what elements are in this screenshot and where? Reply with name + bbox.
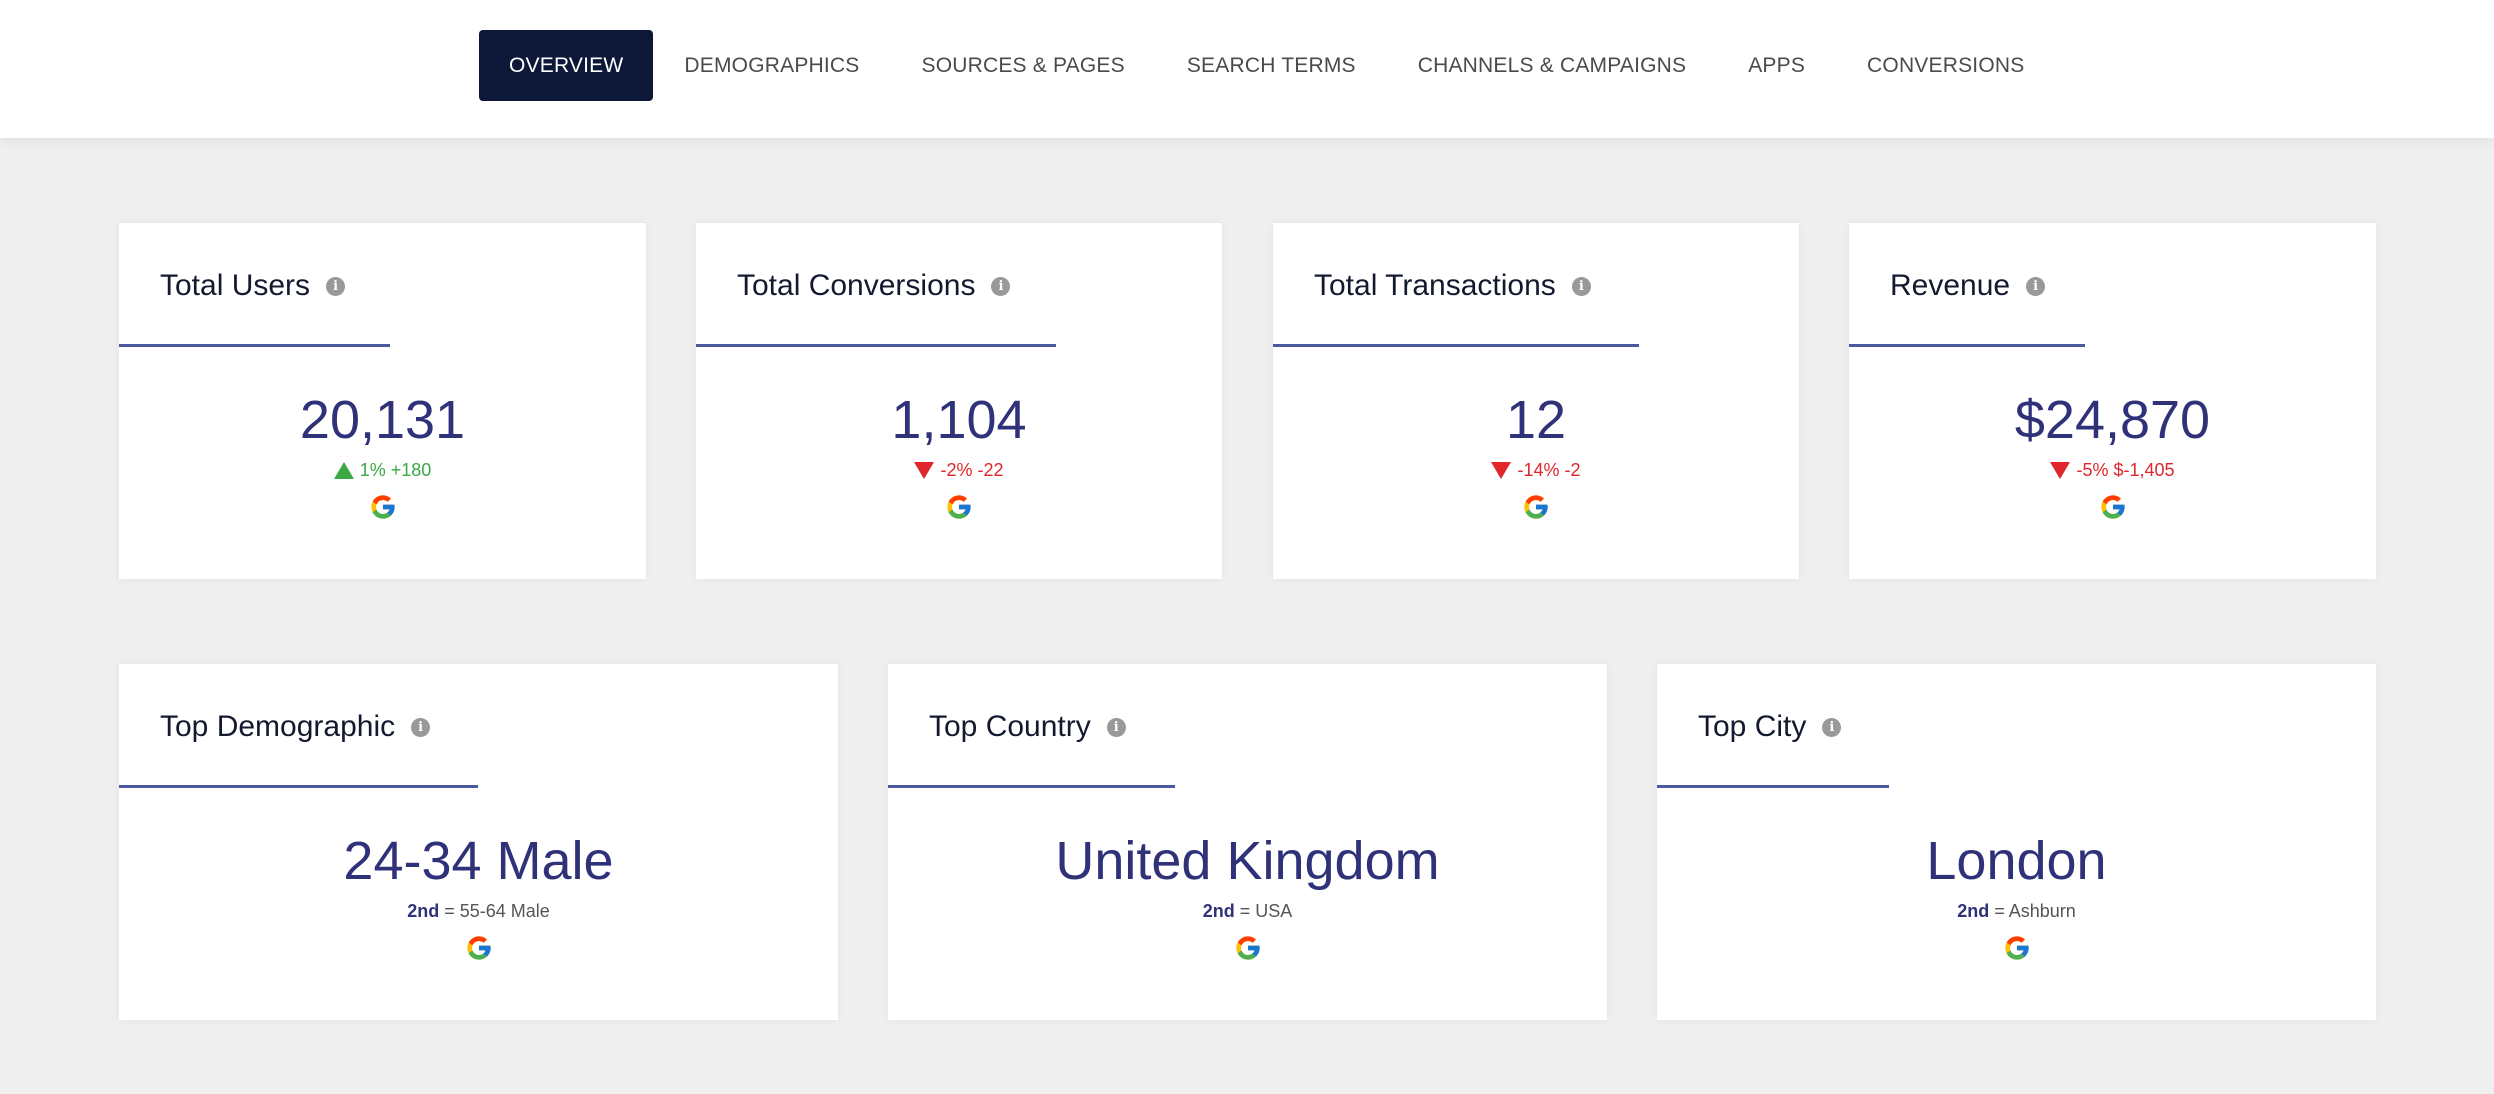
kpi-card-total-users: Total Users i 20,131 1% +180 (119, 223, 646, 579)
card-title: Total Transactions i (1314, 269, 1591, 303)
google-icon (947, 495, 971, 519)
second-place: 2nd = USA (888, 902, 1607, 920)
card-body: 20,131 1% +180 (119, 393, 646, 521)
kpi-change: -2% -22 (696, 461, 1222, 479)
second-place: 2nd = 55-64 Male (119, 902, 838, 920)
google-icon (2004, 936, 2029, 960)
info-icon[interactable]: i (1822, 717, 1842, 737)
card-title: Total Users i (160, 269, 346, 303)
google-icon (1235, 936, 1260, 960)
kpi-change: -14% -2 (1273, 461, 1799, 479)
info-icon[interactable]: i (1106, 717, 1126, 737)
google-icon (1524, 495, 1548, 519)
tab-sources-pages[interactable]: SOURCES & PAGES (891, 30, 1156, 101)
card-title-text: Top Country (929, 710, 1091, 743)
title-underline (1273, 344, 1639, 347)
card-body: 1,104 -2% -22 (696, 393, 1222, 521)
card-title: Total Conversions i (737, 269, 1011, 303)
google-icon (370, 495, 395, 519)
card-title-text: Top Demographic (160, 710, 396, 743)
kpi-change-text: -5% $-1,405 (2076, 460, 2175, 480)
second-place: 2nd = Ashburn (1657, 902, 2376, 920)
second-rank: 2nd (1957, 901, 1990, 921)
card-title-text: Revenue (1890, 269, 2011, 302)
top-value: United Kingdom (1055, 831, 1440, 891)
card-title-text: Total Conversions (737, 269, 976, 302)
tab-channels-campaigns[interactable]: CHANNELS & CAMPAIGNS (1387, 30, 1718, 101)
tab-demographics[interactable]: DEMOGRAPHICS (653, 30, 890, 101)
trend-down-icon (1491, 461, 1512, 479)
tab-overview[interactable]: OVERVIEW (479, 30, 654, 101)
second-rank: 2nd (1202, 901, 1235, 921)
card-body: United Kingdom 2nd = USA (888, 834, 1607, 962)
info-icon[interactable]: i (411, 717, 431, 737)
card-body: 12 -14% -2 (1273, 393, 1799, 521)
top-value: 24-34 Male (343, 831, 614, 891)
kpi-value: 1,104 (891, 390, 1027, 450)
second-rank: 2nd (407, 901, 440, 921)
trend-up-icon (333, 461, 354, 479)
top-card-country: Top Country i United Kingdom 2nd = USA (888, 664, 1607, 1020)
card-title-text: Top City (1698, 710, 1807, 743)
tab-conversions[interactable]: CONVERSIONS (1836, 30, 2055, 101)
card-body: $24,870 -5% $-1,405 (1849, 393, 2376, 521)
title-underline (696, 344, 1056, 347)
kpi-change: -5% $-1,405 (1849, 461, 2376, 479)
trend-down-icon (2050, 461, 2071, 479)
kpi-change-text: 1% +180 (359, 460, 432, 480)
tab-search-terms[interactable]: SEARCH TERMS (1156, 30, 1387, 101)
card-title-text: Total Users (160, 269, 311, 302)
info-icon[interactable]: i (2026, 276, 2046, 296)
info-icon[interactable]: i (991, 276, 1011, 296)
kpi-value: 20,131 (299, 390, 466, 450)
card-title: Revenue i (1890, 269, 2046, 303)
info-icon[interactable]: i (1571, 276, 1591, 296)
title-underline (888, 785, 1175, 788)
kpi-card-revenue: Revenue i $24,870 -5% $-1,405 (1849, 223, 2376, 579)
kpi-change-text: -2% -22 (940, 460, 1004, 480)
top-value: London (1926, 831, 2107, 891)
title-underline (119, 785, 478, 788)
google-icon (2100, 495, 2125, 519)
card-body: London 2nd = Ashburn (1657, 834, 2376, 962)
card-body: 24-34 Male 2nd = 55-64 Male (119, 834, 838, 962)
card-title: Top Demographic i (160, 710, 431, 744)
second-value: = USA (1234, 901, 1293, 921)
second-value: = 55-64 Male (439, 901, 550, 921)
kpi-value: $24,870 (2014, 390, 2211, 450)
info-icon[interactable]: i (326, 276, 346, 296)
google-icon (466, 936, 491, 960)
top-nav-bar: OVERVIEW DEMOGRAPHICS SOURCES & PAGES SE… (0, 0, 2494, 138)
kpi-card-total-conversions: Total Conversions i 1,104 -2% -22 (696, 223, 1222, 579)
trend-down-icon (914, 461, 935, 479)
nav-tabs: OVERVIEW DEMOGRAPHICS SOURCES & PAGES SE… (479, 30, 2055, 101)
kpi-change-text: -14% -2 (1517, 460, 1581, 480)
kpi-value: 12 (1505, 390, 1567, 450)
top-card-city: Top City i London 2nd = Ashburn (1657, 664, 2376, 1020)
title-underline (119, 344, 390, 347)
top-card-demographic: Top Demographic i 24-34 Male 2nd = 55-64… (119, 664, 838, 1020)
card-title-text: Total Transactions (1314, 269, 1556, 302)
card-title: Top City i (1698, 710, 1842, 744)
kpi-card-total-transactions: Total Transactions i 12 -14% -2 (1273, 223, 1799, 579)
title-underline (1657, 785, 1889, 788)
tab-apps[interactable]: APPS (1717, 30, 1836, 101)
kpi-change: 1% +180 (119, 461, 646, 479)
card-title: Top Country i (929, 710, 1126, 744)
second-value: = Ashburn (1989, 901, 2076, 921)
title-underline (1849, 344, 2085, 347)
